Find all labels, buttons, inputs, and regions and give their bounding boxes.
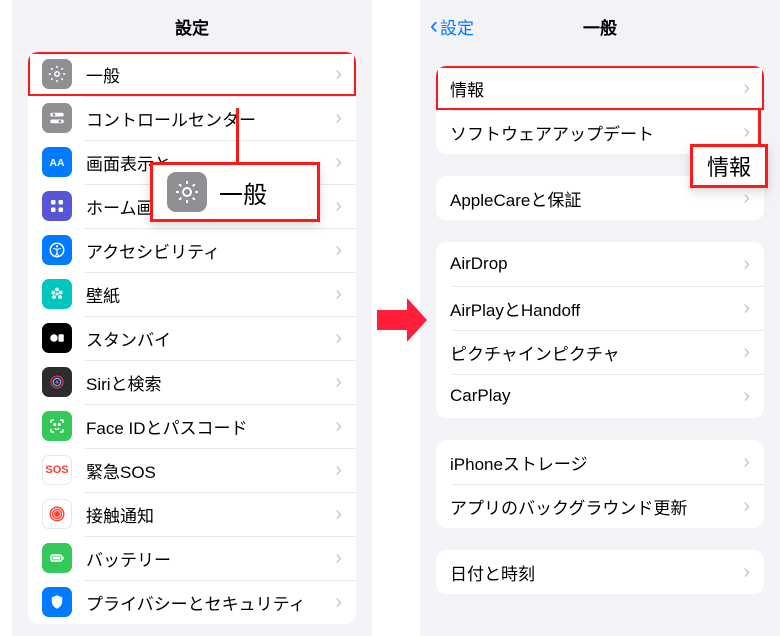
standby-icon (42, 323, 72, 353)
chevron-right-icon: › (743, 188, 750, 208)
accessibility-icon (42, 235, 72, 265)
row-battery[interactable]: バッテリー › (28, 536, 356, 580)
group-airdrop: AirDrop › AirPlayとHandoff › ピクチャインピクチャ ›… (436, 242, 764, 418)
faceid-icon (42, 411, 72, 441)
grid-icon (42, 191, 72, 221)
row-wallpaper[interactable]: 壁紙 › (28, 272, 356, 316)
battery-icon (42, 543, 72, 573)
row-general[interactable]: 一般 › (28, 52, 356, 96)
gear-icon (167, 172, 207, 212)
sos-icon: SOS (42, 455, 72, 485)
tutorial-arrow (372, 290, 432, 355)
row-label: 日付と時刻 (450, 560, 743, 585)
row-label: バッテリー (86, 546, 335, 571)
row-about[interactable]: 情報 › (436, 66, 764, 110)
privacy-icon (42, 587, 72, 617)
general-screen: ‹ 設定 一般 情報 › ソフトウェアアップデート › AppleCareと保証… (420, 0, 780, 636)
row-control-center[interactable]: コントロールセンター › (28, 96, 356, 140)
row-faceid[interactable]: Face IDとパスコード › (28, 404, 356, 448)
row-label: AirDrop (450, 254, 743, 274)
row-standby[interactable]: スタンバイ › (28, 316, 356, 360)
general-header: ‹ 設定 一般 (420, 0, 780, 52)
page-title: 設定 (175, 14, 209, 39)
page-title: 一般 (583, 14, 617, 39)
row-storage[interactable]: iPhoneストレージ › (436, 440, 764, 484)
chevron-right-icon: › (335, 592, 342, 612)
row-label: AppleCareと保証 (450, 186, 743, 211)
callout-connector (236, 108, 239, 164)
row-datetime[interactable]: 日付と時刻 › (436, 550, 764, 594)
chevron-right-icon: › (743, 342, 750, 362)
display-icon: AA (42, 147, 72, 177)
chevron-right-icon: › (743, 496, 750, 516)
row-label: アプリのバックグラウンド更新 (450, 494, 743, 519)
chevron-right-icon: › (335, 504, 342, 524)
exposure-icon (42, 499, 72, 529)
callout-general: 一般 (150, 162, 320, 222)
callout-about: 情報 (690, 144, 768, 188)
row-pip[interactable]: ピクチャインピクチャ › (436, 330, 764, 374)
chevron-right-icon: › (743, 122, 750, 142)
chevron-right-icon: › (743, 78, 750, 98)
callout-label: 情報 (707, 150, 751, 182)
row-label: 情報 (450, 76, 743, 101)
chevron-left-icon: ‹ (430, 14, 438, 38)
row-privacy[interactable]: プライバシーとセキュリティ › (28, 580, 356, 624)
callout-connector (758, 109, 761, 145)
row-label: AirPlayとHandoff (450, 296, 743, 321)
group-about: 情報 › ソフトウェアアップデート › (436, 66, 764, 154)
row-label: iPhoneストレージ (450, 450, 743, 475)
siri-icon (42, 367, 72, 397)
group-datetime: 日付と時刻 › (436, 550, 764, 594)
group-storage: iPhoneストレージ › アプリのバックグラウンド更新 › (436, 440, 764, 528)
chevron-right-icon: › (743, 452, 750, 472)
chevron-right-icon: › (335, 548, 342, 568)
row-bg-refresh[interactable]: アプリのバックグラウンド更新 › (436, 484, 764, 528)
row-label: コントロールセンター (86, 106, 335, 131)
chevron-right-icon: › (743, 298, 750, 318)
row-accessibility[interactable]: アクセシビリティ › (28, 228, 356, 272)
chevron-right-icon: › (335, 284, 342, 304)
row-carplay[interactable]: CarPlay › (436, 374, 764, 418)
chevron-right-icon: › (335, 64, 342, 84)
row-label: ソフトウェアアップデート (450, 120, 743, 145)
chevron-right-icon: › (335, 372, 342, 392)
row-label: プライバシーとセキュリティ (86, 590, 335, 615)
row-label: 壁紙 (86, 282, 335, 307)
back-label: 設定 (440, 14, 474, 39)
chevron-right-icon: › (743, 386, 750, 406)
row-label: 接触通知 (86, 502, 335, 527)
row-exposure[interactable]: 接触通知 › (28, 492, 356, 536)
row-label: CarPlay (450, 386, 743, 406)
toggles-icon (42, 103, 72, 133)
chevron-right-icon: › (335, 328, 342, 348)
chevron-right-icon: › (335, 108, 342, 128)
row-sos[interactable]: SOS 緊急SOS › (28, 448, 356, 492)
row-airdrop[interactable]: AirDrop › (436, 242, 764, 286)
row-airplay[interactable]: AirPlayとHandoff › (436, 286, 764, 330)
chevron-right-icon: › (335, 196, 342, 216)
row-label: Siriと検索 (86, 370, 335, 395)
flower-icon (42, 279, 72, 309)
settings-list: 一般 › コントロールセンター › AA 画面表示と › ホーム画面 › (28, 52, 356, 624)
settings-root-screen: 設定 一般 › コントロールセンター › AA 画面表示と › (12, 0, 372, 636)
row-label: Face IDとパスコード (86, 414, 335, 439)
chevron-right-icon: › (335, 416, 342, 436)
settings-header: 設定 (12, 0, 372, 52)
chevron-right-icon: › (335, 152, 342, 172)
row-label: ピクチャインピクチャ (450, 340, 743, 365)
chevron-right-icon: › (743, 562, 750, 582)
row-label: 一般 (86, 62, 335, 87)
gear-icon (42, 59, 72, 89)
row-label: アクセシビリティ (86, 238, 335, 263)
chevron-right-icon: › (335, 240, 342, 260)
row-siri[interactable]: Siriと検索 › (28, 360, 356, 404)
svg-text:AA: AA (49, 157, 65, 169)
callout-label: 一般 (219, 175, 267, 210)
back-button[interactable]: ‹ 設定 (430, 14, 474, 39)
row-label: スタンバイ (86, 326, 335, 351)
chevron-right-icon: › (335, 460, 342, 480)
row-label: 緊急SOS (86, 458, 335, 483)
chevron-right-icon: › (743, 254, 750, 274)
